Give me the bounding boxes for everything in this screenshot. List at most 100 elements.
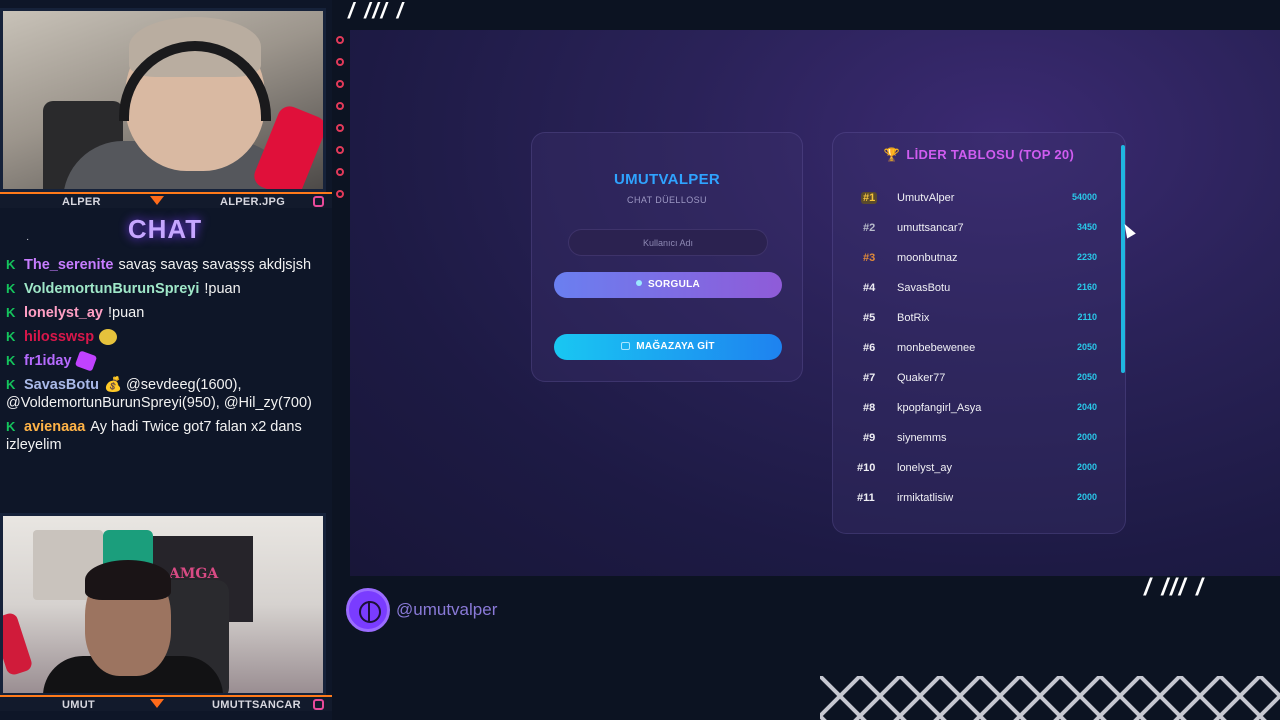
score: 2000	[1076, 462, 1097, 472]
kick-icon: K	[6, 353, 16, 368]
rank: #6	[863, 342, 876, 354]
app-title: UMUTVALPER	[613, 171, 721, 188]
score: 2110	[1077, 312, 1097, 322]
username-input[interactable]	[568, 229, 768, 256]
username: irmiktatlisiw	[897, 492, 954, 504]
rank: #9	[863, 432, 876, 444]
microphone-image	[3, 611, 34, 677]
social-icon	[336, 36, 344, 44]
trophy-icon: 🏆	[883, 147, 901, 162]
rank: #10	[857, 462, 876, 474]
username: monbebewenee	[897, 342, 976, 354]
chat-username: fr1iday	[24, 353, 72, 369]
username: siynemms	[897, 432, 947, 444]
streamer-name-right: UMUTTSANCAR	[212, 699, 301, 711]
chat-username: lonelyst_ay	[24, 305, 103, 321]
leaderboard-row: #4 SavasBotu 2160	[857, 273, 1097, 303]
chat-message: Klonelyst_ay !puan	[6, 304, 326, 322]
kick-icon: K	[6, 377, 16, 392]
leaderboard-row: #6 monbebewenee 2050	[857, 333, 1097, 363]
score: 2040	[1076, 402, 1097, 412]
social-icon	[336, 146, 344, 154]
username: umuttsancar7	[897, 222, 964, 234]
chat-username: avienaaa	[24, 419, 86, 435]
leaderboard-row: #10 lonelyst_ay 2000	[857, 453, 1097, 483]
app-subtitle: CHAT DÜELLOSU	[627, 195, 707, 205]
leaderboard-row: #9 siynemms 2000	[857, 423, 1097, 453]
rank: #8	[863, 402, 876, 414]
kick-icon: K	[6, 305, 16, 320]
username: SavasBotu	[897, 282, 951, 294]
streamer-name-left: UMUT	[62, 699, 95, 711]
rank: #5	[863, 312, 876, 324]
username: Quaker77	[897, 372, 946, 384]
query-button[interactable]: SORGULA	[554, 272, 782, 298]
leaderboard-card[interactable]: 🏆 LİDER TABLOSU (TOP 20) #1 UmutvAlper 54…	[832, 132, 1126, 534]
score: 2000	[1076, 432, 1097, 442]
social-icon	[336, 168, 344, 176]
web-app-view: UMUTVALPER CHAT DÜELLOSU SORGULA MAĞAZAY…	[350, 30, 1280, 576]
rank: #1	[861, 192, 878, 204]
globe-icon	[346, 588, 390, 632]
chat-username: SavasBotu	[24, 377, 99, 393]
side-social-icons	[332, 36, 350, 212]
chat-text: savaş savaş savaşşş akdjsjsh	[118, 257, 312, 273]
rank: #2	[863, 222, 876, 234]
instagram-icon	[313, 196, 324, 207]
webcam-bottom: AMGA	[0, 513, 326, 696]
social-icon	[336, 80, 344, 88]
chat-text: !puan	[204, 281, 241, 297]
social-icon	[336, 190, 344, 198]
decor-diamond-pattern	[820, 676, 1280, 720]
stream-screen: ALPER ALPER.JPG CHAT · K The_serenite sava…	[0, 0, 1280, 720]
score: 54000	[1071, 192, 1097, 202]
kick-icon: K	[6, 419, 16, 434]
dot-icon	[635, 280, 642, 286]
stream-overlay-sidebar: ALPER ALPER.JPG CHAT · K The_serenite sava…	[0, 0, 332, 720]
chat-message: K SavasBotu 💰 @sevdeeg(1600), @Voldemortun…	[6, 376, 326, 412]
chat-list: K The_serenite savaş savaş savaşşş akdjsjs…	[6, 256, 326, 460]
rank: #3	[863, 252, 876, 264]
score: 3450	[1076, 222, 1097, 232]
leaderboard-row: #11 irmiktatlisiw 2000	[857, 483, 1097, 513]
decor-slashes-top: / /// /	[348, 0, 405, 23]
instagram-icon	[313, 699, 324, 710]
chat-username: VoldemortunBurunSpreyi	[24, 281, 200, 297]
social-icon	[336, 58, 344, 66]
chat-more-indicator: ·	[26, 234, 30, 245]
social-icon	[336, 124, 344, 132]
username: kpopfangirl_Asya	[897, 402, 982, 414]
username: UmutvAlper	[897, 192, 955, 204]
rank: #7	[863, 372, 876, 384]
chat-username: The_serenite	[24, 257, 114, 273]
webcam-bottom-namebar: UMUT UMUTTSANCAR	[0, 695, 332, 711]
emote-icon	[74, 350, 97, 372]
triangle-icon	[150, 196, 164, 205]
webcam-top	[0, 8, 326, 192]
leaderboard-scrollbar[interactable]	[1121, 145, 1125, 373]
go-to-store-button[interactable]: MAĞAZAYA GİT	[554, 334, 782, 360]
store-button-label: MAĞAZAYA GİT	[636, 341, 715, 352]
chat-message: K VoldemortunBurunSpreyi !puan	[6, 280, 326, 298]
kick-icon: K	[6, 281, 16, 296]
score: 2160	[1076, 282, 1097, 292]
kick-icon: K	[6, 257, 16, 272]
leaderboard-row: #2 umuttsancar7 3450	[857, 213, 1097, 243]
leaderboard-row: #1 UmutvAlper 54000	[857, 183, 1097, 213]
query-button-label: SORGULA	[647, 279, 701, 290]
username: moonbutnaz	[897, 252, 958, 264]
score: 2000	[1076, 492, 1097, 502]
rank: #11	[857, 492, 875, 504]
login-card: UMUTVALPER CHAT DÜELLOSU SORGULA MAĞAZAY…	[531, 132, 803, 382]
webcam-top-namebar: ALPER ALPER.JPG	[0, 192, 332, 208]
score: 2230	[1076, 252, 1097, 262]
leaderboard-title: 🏆 LİDER TABLOSU (TOP 20)	[883, 147, 1075, 162]
username: BotRix	[897, 312, 930, 324]
chat-username: hilosswsp	[24, 329, 95, 345]
decor-slashes-bottom: / /// /	[1144, 574, 1205, 601]
leaderboard-list: #1 UmutvAlper 54000 #2 umuttsancar7 3450…	[857, 183, 1097, 513]
chat-title: CHAT	[127, 214, 203, 244]
chat-message: K The_serenite savaş savaş savaşşş akdjsjs…	[6, 256, 326, 274]
social-handle: @umutvalper	[396, 600, 498, 619]
social-icon	[336, 102, 344, 110]
